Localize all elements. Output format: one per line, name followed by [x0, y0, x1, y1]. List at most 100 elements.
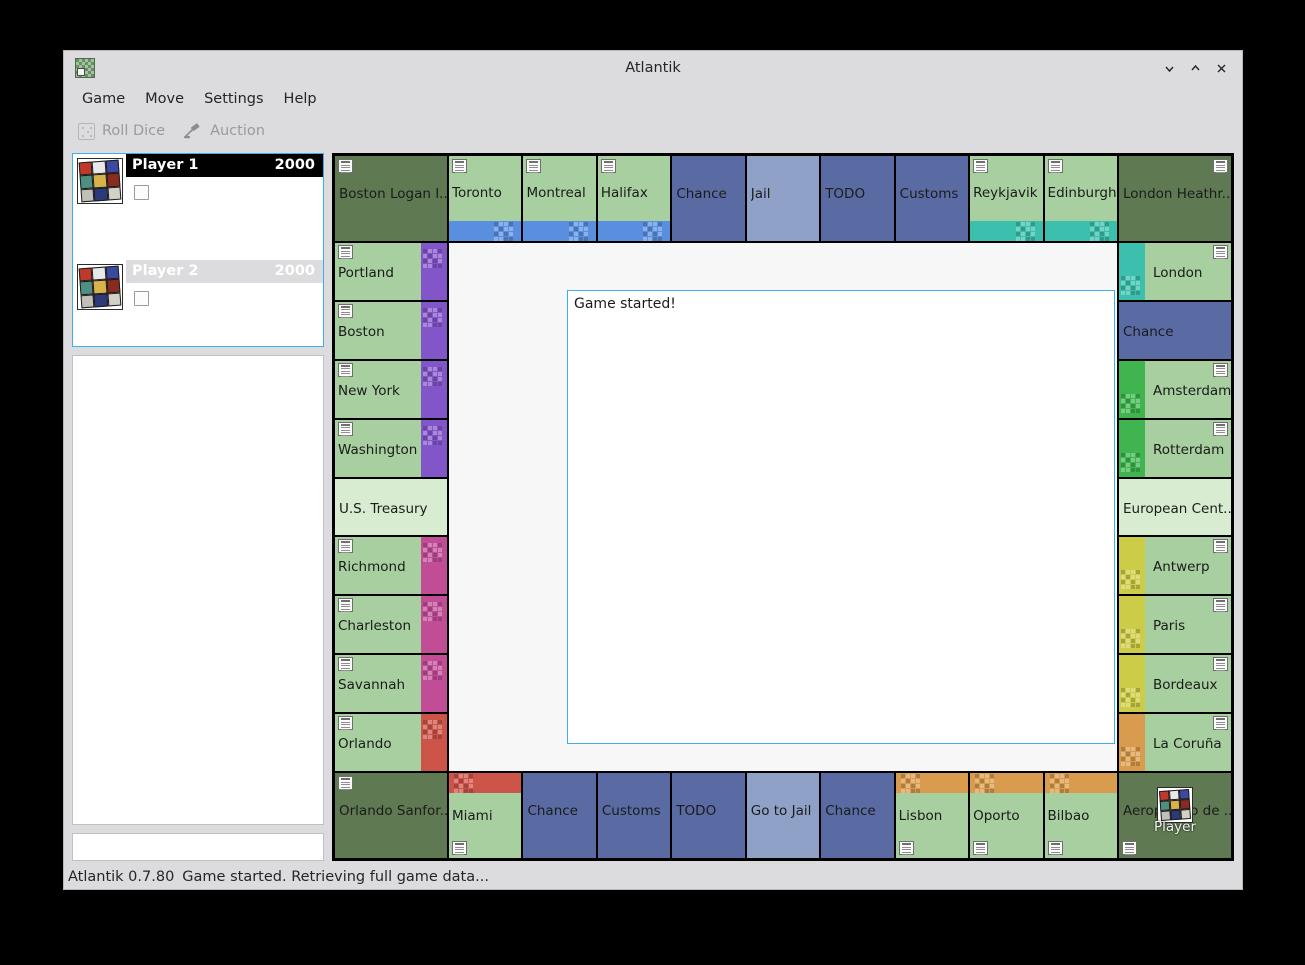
menu-move[interactable]: Move — [135, 87, 194, 111]
board-square-property[interactable]: La Coruña — [1119, 714, 1231, 771]
board-square-property[interactable]: London — [1119, 243, 1231, 300]
square-label: London — [1153, 265, 1231, 281]
board-square-property[interactable]: Montreal — [523, 156, 595, 241]
house-dots-icon — [569, 222, 591, 240]
board-square-chance[interactable]: Customs — [598, 773, 670, 858]
statusbar: Atlantik 0.7.80 Game started. Retrieving… — [64, 865, 1242, 889]
dice-icon — [78, 123, 95, 140]
estate-group-bar — [598, 221, 670, 241]
house-dots-icon — [643, 222, 665, 240]
square-label: Bordeaux — [1153, 677, 1231, 693]
auction-button[interactable]: Auction — [183, 122, 265, 140]
close-button[interactable] — [1208, 56, 1234, 80]
board-square-property[interactable]: Toronto — [449, 156, 521, 241]
square-label: Customs — [900, 186, 968, 202]
player-entry[interactable]: Player 2 2000 — [73, 260, 323, 314]
board-square-corner[interactable]: Aeropuerto de ... Player — [1119, 773, 1231, 858]
board-square-property[interactable]: Miami — [449, 773, 521, 858]
auction-label: Auction — [210, 123, 265, 139]
deed-icon — [338, 363, 353, 377]
deed-icon — [526, 159, 541, 173]
menu-settings[interactable]: Settings — [194, 87, 273, 111]
estate-group-bar — [1119, 596, 1145, 653]
board-square-property[interactable]: Washington — [335, 420, 447, 477]
square-label: Miami — [452, 808, 521, 824]
square-label: U.S. Treasury — [339, 501, 447, 517]
board-square-corner[interactable]: Boston Logan I... — [335, 156, 447, 241]
estate-group-bar — [1045, 221, 1117, 241]
board-square-jail[interactable]: Go to Jail — [747, 773, 819, 858]
status-version: Atlantik 0.7.80 — [68, 869, 174, 885]
message-log[interactable]: Game started! — [567, 290, 1115, 744]
deed-icon — [452, 841, 467, 855]
board-square-property[interactable]: Lisbon — [896, 773, 968, 858]
deed-icon — [1213, 422, 1228, 436]
board-square-tax[interactable]: European Cent... — [1119, 479, 1231, 536]
board-square-property[interactable]: Savannah — [335, 655, 447, 712]
trade-input[interactable] — [72, 833, 324, 861]
minimize-button[interactable] — [1156, 56, 1182, 80]
square-label: Bilbao — [1048, 808, 1117, 824]
board-square-chance[interactable]: Chance — [523, 773, 595, 858]
menu-game[interactable]: Game — [72, 87, 135, 111]
board-square-jail[interactable]: Jail — [747, 156, 819, 241]
estate-group-bar — [1119, 420, 1145, 477]
board-square-chance[interactable]: Customs — [896, 156, 968, 241]
deed-icon — [899, 841, 914, 855]
house-dots-icon — [454, 774, 476, 792]
estate-group-bar — [1045, 773, 1117, 793]
house-dots-icon — [1121, 394, 1143, 412]
deed-icon — [1213, 245, 1228, 259]
board-square-chance[interactable]: TODO — [821, 156, 893, 241]
board-square-corner[interactable]: Orlando Sanfor... — [335, 773, 447, 858]
board-top-row: TorontoMontrealHalifaxChanceJail TODO Cust… — [449, 156, 1117, 241]
board-square-property[interactable]: Paris — [1119, 596, 1231, 653]
deed-icon — [601, 159, 616, 173]
board-square-chance[interactable]: Chance — [821, 773, 893, 858]
square-label: Chance — [825, 803, 893, 819]
board-square-corner[interactable]: London Heathr... — [1119, 156, 1231, 241]
board-square-property[interactable]: Charleston — [335, 596, 447, 653]
board-square-property[interactable]: Rotterdam — [1119, 420, 1231, 477]
board-square-property[interactable]: Antwerp — [1119, 537, 1231, 594]
square-label: TODO — [825, 186, 893, 202]
estates-panel[interactable] — [72, 355, 324, 825]
board-square-chance[interactable]: Chance — [672, 156, 744, 241]
player-ready-checkbox[interactable] — [134, 185, 149, 200]
board-square-property[interactable]: Richmond — [335, 537, 447, 594]
estate-group-bar — [449, 221, 521, 241]
board-square-property[interactable]: Boston — [335, 302, 447, 359]
player-header: Player 2 2000 — [126, 260, 323, 283]
toolbar: Roll Dice Auction — [64, 113, 1242, 149]
board-square-property[interactable]: New York — [335, 361, 447, 418]
deed-icon — [1213, 657, 1228, 671]
message-text: Game started! — [574, 296, 676, 312]
board-square-property[interactable]: Orlando — [335, 714, 447, 771]
player-name: Player 2 — [132, 263, 199, 279]
board-square-chance[interactable]: TODO — [672, 773, 744, 858]
menu-help[interactable]: Help — [274, 87, 327, 111]
player-token-on-board — [1157, 787, 1193, 823]
deed-icon — [1213, 363, 1228, 377]
board-square-property[interactable]: Edinburgh — [1045, 156, 1117, 241]
board-square-property[interactable]: Bilbao — [1045, 773, 1117, 858]
roll-dice-button[interactable]: Roll Dice — [78, 123, 165, 140]
board-square-property[interactable]: Oporto — [970, 773, 1042, 858]
board-square-property[interactable]: Halifax — [598, 156, 670, 241]
player-ready-checkbox[interactable] — [134, 291, 149, 306]
board-square-chance[interactable]: Chance — [1119, 302, 1231, 359]
estate-group-bar — [1119, 537, 1145, 594]
status-message: Game started. Retrieving full game data.… — [182, 869, 489, 885]
board-square-property[interactable]: Amsterdam — [1119, 361, 1231, 418]
deed-icon — [338, 159, 353, 173]
board-square-tax[interactable]: U.S. Treasury — [335, 479, 447, 536]
board-square-property[interactable]: Bordeaux — [1119, 655, 1231, 712]
maximize-button[interactable] — [1182, 56, 1208, 80]
board-square-property[interactable]: Reykjavik — [970, 156, 1042, 241]
square-label: Reykjavik — [973, 185, 1042, 201]
gavel-icon — [183, 122, 203, 140]
player-entry[interactable]: Player 1 2000 — [73, 154, 323, 208]
board-square-property[interactable]: Portland — [335, 243, 447, 300]
square-label: Go to Jail — [751, 803, 819, 819]
square-label: London Heathr... — [1123, 186, 1231, 202]
